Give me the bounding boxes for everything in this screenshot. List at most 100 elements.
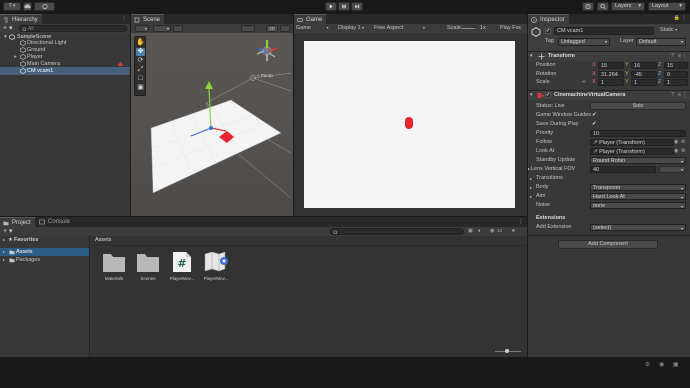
rotation-y-field[interactable]: -45: [631, 71, 657, 78]
look-at-field[interactable]: ↗ Player (Transform): [590, 148, 674, 155]
scene-snap-button[interactable]: [173, 25, 183, 32]
search-button[interactable]: [597, 2, 609, 11]
help-icon[interactable]: ?: [671, 92, 674, 98]
asset-item[interactable]: Scenes: [135, 251, 161, 285]
lens-fov-field[interactable]: 40: [590, 166, 656, 173]
object-picker-icon[interactable]: ◉: [674, 148, 678, 154]
history-button[interactable]: [582, 2, 594, 11]
asset-item[interactable]: PlayerMov...: [201, 251, 231, 285]
hierarchy-search-input[interactable]: All: [19, 25, 127, 32]
expand-arrow-icon[interactable]: ▸: [530, 194, 532, 199]
scene-viewport[interactable]: < Persp ✋ ✥ ⟳ ⤢ □ ▣: [131, 33, 293, 216]
cloud-button[interactable]: [23, 2, 32, 11]
vcam-enabled-checkbox[interactable]: ✔: [545, 92, 551, 98]
help-icon[interactable]: ?: [671, 53, 674, 59]
breadcrumb[interactable]: Assets: [95, 237, 112, 243]
game-viewport[interactable]: [304, 41, 515, 208]
pause-button[interactable]: [338, 2, 350, 11]
noise-dropdown[interactable]: none ▾: [590, 202, 686, 209]
display-dropdown[interactable]: Display 1 ▾: [338, 25, 364, 31]
gear-icon[interactable]: ⚙: [681, 148, 685, 154]
game-view-mode-dropdown[interactable]: Game ▾: [296, 25, 329, 31]
play-focused-dropdown[interactable]: Play Foc: [500, 25, 521, 31]
gallery-icon[interactable]: ▣: [673, 361, 679, 368]
scale-y-field[interactable]: 1: [631, 79, 657, 86]
solo-button[interactable]: Solo: [590, 102, 686, 110]
add-extension-dropdown[interactable]: (select) ▾: [590, 224, 686, 231]
expand-arrow-icon[interactable]: ▾: [530, 53, 533, 59]
project-tree-item-assets[interactable]: ▸ Assets: [0, 248, 89, 256]
rect-tool-icon[interactable]: □: [136, 75, 145, 83]
layers-dropdown[interactable]: Layers ▾: [611, 2, 645, 11]
rotate-tool-icon[interactable]: ⟳: [136, 57, 145, 65]
add-object-button[interactable]: + ▾: [3, 24, 13, 33]
rotation-z-field[interactable]: 0: [664, 71, 688, 78]
preset-icon[interactable]: ≡: [678, 92, 681, 98]
icon-size-slider-handle[interactable]: [505, 349, 509, 353]
expand-arrow-icon[interactable]: ▸: [3, 248, 5, 256]
transform-header[interactable]: ▾ Transform ? ≡ ⋮: [528, 52, 690, 61]
asset-item[interactable]: Materials: [101, 251, 127, 285]
tab-hierarchy[interactable]: Hierarchy: [0, 14, 42, 24]
scene-lighting-button[interactable]: [241, 25, 255, 32]
create-asset-button[interactable]: + ▾: [3, 227, 13, 236]
scene-2d-toggle[interactable]: 2D: [266, 25, 278, 32]
more-options-icon[interactable]: ⋮: [681, 15, 687, 22]
transitions-label[interactable]: Transitions: [536, 175, 563, 181]
tag-dropdown[interactable]: Untagged ▾: [558, 38, 610, 46]
vcam-header[interactable]: ▾ ✔ CinemachineVirtualCamera ? ≡ ⋮: [528, 91, 690, 100]
debug-mode-icon[interactable]: ⚙: [645, 361, 650, 368]
scale-slider[interactable]: [461, 28, 475, 29]
play-button[interactable]: [325, 2, 337, 11]
active-checkbox[interactable]: ✔: [545, 28, 551, 34]
transform-tool-icon[interactable]: ▣: [136, 84, 145, 92]
aim-dropdown[interactable]: Hard Look At ▾: [590, 193, 686, 200]
expand-arrow-icon[interactable]: ▸: [528, 166, 530, 171]
position-x-field[interactable]: 15: [598, 62, 624, 69]
star-icon[interactable]: ★: [511, 228, 515, 234]
add-component-button[interactable]: Add Component: [558, 240, 658, 249]
lens-preset-dropdown[interactable]: ▾: [659, 166, 686, 173]
tab-game[interactable]: Game: [294, 14, 327, 24]
scene-draw-mode-button[interactable]: ▾: [135, 25, 149, 32]
object-picker-icon[interactable]: ◉: [674, 139, 678, 145]
object-name-field[interactable]: CM vcam1: [554, 27, 654, 35]
project-search-input[interactable]: [330, 228, 464, 235]
account-dropdown[interactable]: T ▾: [3, 2, 21, 11]
more-options-icon[interactable]: ⋮: [682, 53, 687, 59]
scale-tool-icon[interactable]: ⤢: [136, 66, 145, 74]
step-button[interactable]: [351, 2, 363, 11]
icon-size-slider[interactable]: [495, 349, 521, 353]
collab-button[interactable]: [34, 2, 55, 11]
static-toggle[interactable]: Static ▾: [660, 27, 677, 33]
preset-icon[interactable]: ≡: [678, 53, 681, 59]
lock-icon[interactable]: 🔒: [674, 15, 680, 21]
expand-arrow-icon[interactable]: ▸: [530, 185, 532, 190]
tab-console[interactable]: Console: [36, 217, 75, 227]
more-options-icon[interactable]: ⋮: [518, 218, 524, 225]
expand-arrow-icon[interactable]: ▸: [3, 256, 5, 264]
gear-icon[interactable]: ⚙: [681, 139, 685, 145]
scene-gizmo-mode-button[interactable]: ▾: [153, 25, 171, 32]
position-y-field[interactable]: 16: [631, 62, 657, 69]
scale-link-icon[interactable]: ∞: [582, 79, 586, 85]
expand-arrow-icon[interactable]: ▾: [530, 92, 533, 98]
scene-persp-label[interactable]: < Persp: [257, 73, 273, 78]
move-tool-icon[interactable]: ✥: [136, 48, 145, 56]
hierarchy-item-cm-vcam1[interactable]: CM vcam1: [0, 67, 130, 75]
scale-x-field[interactable]: 1: [598, 79, 624, 86]
hand-tool-icon[interactable]: ✋: [136, 39, 145, 47]
game-window-guides-checkbox[interactable]: ✔: [592, 112, 597, 118]
priority-field[interactable]: 10: [590, 130, 686, 137]
filter-label-icon[interactable]: ♦: [478, 228, 481, 234]
aspect-dropdown[interactable]: Free Aspect ▾: [374, 25, 425, 31]
visibility-icon[interactable]: ◉: [490, 228, 494, 234]
bug-icon[interactable]: ◉: [659, 361, 664, 368]
tab-project[interactable]: Project: [0, 217, 35, 227]
rotation-x-field[interactable]: 31.264: [598, 71, 624, 78]
expand-arrow-icon[interactable]: ▸: [530, 176, 532, 181]
more-options-icon[interactable]: ⋮: [682, 92, 687, 98]
scene-more-button[interactable]: [280, 25, 290, 32]
tab-scene[interactable]: Scene: [131, 14, 165, 24]
project-tree-item-packages[interactable]: ▸ Packages: [0, 256, 89, 264]
